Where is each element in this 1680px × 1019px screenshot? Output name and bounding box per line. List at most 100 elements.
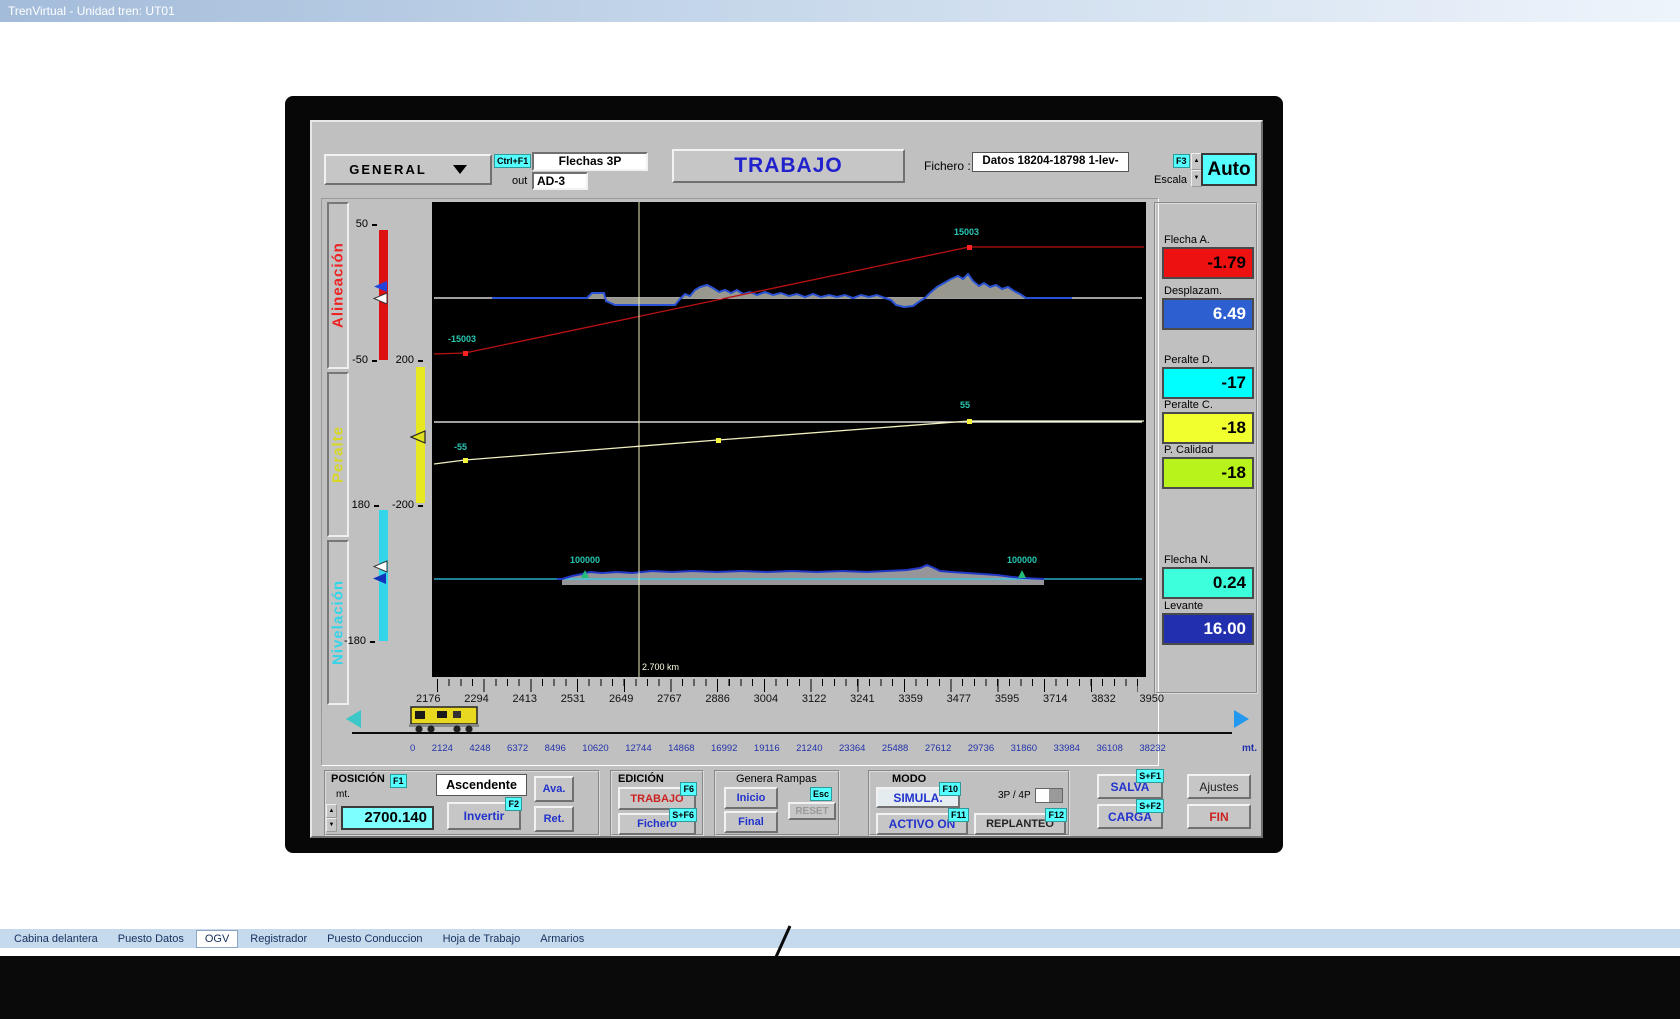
guide-marker-right[interactable]: [967, 245, 972, 250]
scroll-right-arrow[interactable]: [1234, 710, 1249, 728]
f2-badge: F2: [505, 797, 522, 811]
guide-marker-left[interactable]: [463, 351, 468, 356]
fin-button[interactable]: FIN: [1187, 804, 1251, 829]
ruler-tick-label: 25488: [882, 743, 908, 754]
scale-tick: [418, 360, 423, 362]
general-dropdown-label: GENERAL: [349, 162, 427, 177]
invertir-button[interactable]: Invertir F2: [447, 802, 521, 830]
mouse-cursor: [770, 924, 796, 960]
readout-value: -18: [1162, 457, 1254, 489]
avanzar-button[interactable]: Ava.: [534, 776, 574, 802]
rampa-final-button[interactable]: Final: [724, 811, 778, 833]
modo-panel: MODO SIMULA. F10 ACTIVO ON F11 3P / 4P R…: [868, 770, 1070, 836]
taskbar-item-hoja-de-trabajo[interactable]: Hoja de Trabajo: [435, 931, 529, 947]
rampas-title: Genera Rampas: [736, 773, 817, 785]
sf6-badge: S+F6: [669, 808, 697, 822]
bottom-black-strip: [0, 956, 1680, 1019]
taskbar-item-armarios[interactable]: Armarios: [532, 931, 592, 947]
rampa-reset-button[interactable]: RESET: [788, 802, 836, 820]
activo-on-button[interactable]: ACTIVO ON F11: [876, 813, 968, 835]
ruler-tick-label: 38232: [1139, 743, 1165, 754]
scale-tick: [370, 641, 375, 643]
replanteo-button[interactable]: REPLANTEO F12: [974, 813, 1066, 835]
x-tick-label: 3477: [947, 693, 971, 705]
retroceder-button[interactable]: Ret.: [534, 806, 574, 832]
simula-button[interactable]: SIMULA. F10: [876, 787, 960, 808]
3p4p-toggle-off: [1049, 789, 1062, 802]
scroll-left-arrow[interactable]: [346, 710, 361, 728]
window-titlebar: TrenVirtual - Unidad tren: UT01: [0, 0, 1680, 22]
x-tick-label: 3122: [802, 693, 826, 705]
trabajo-mode-button[interactable]: TRABAJO: [672, 149, 905, 183]
ctrl-f1-badge: Ctrl+F1: [494, 154, 531, 168]
readout-label: Flecha N.: [1164, 554, 1211, 566]
sf2-badge: S+F2: [1136, 799, 1164, 813]
taskbar-item-puesto-datos[interactable]: Puesto Datos: [110, 931, 192, 947]
general-dropdown[interactable]: GENERAL: [324, 154, 492, 185]
taskbar-item-cabina-delantera[interactable]: Cabina delantera: [6, 931, 106, 947]
edicion-trabajo-button[interactable]: TRABAJO F6: [618, 787, 696, 810]
app-window: GENERAL Ctrl+F1 Flechas 3P out AD-3 TRAB…: [310, 120, 1263, 838]
peralte-trace: [434, 421, 1144, 464]
fichero-label: Fichero :: [924, 159, 971, 173]
flechas-mode-field[interactable]: Flechas 3P: [532, 152, 648, 171]
direction-selector[interactable]: Ascendente: [436, 774, 527, 796]
3p4p-toggle[interactable]: [1035, 788, 1063, 803]
peralte-marker-right[interactable]: [967, 419, 972, 424]
section-nivelacion-button[interactable]: Nivelación: [327, 540, 349, 705]
posicion-spinner-up[interactable]: ▲: [326, 804, 337, 818]
readout-value: -18: [1162, 412, 1254, 444]
distance-ruler: 0212442486372849610620127441486816992191…: [410, 743, 1166, 754]
readout-value: -17: [1162, 367, 1254, 399]
readout-label: Levante: [1164, 600, 1203, 612]
readout-value: 16.00: [1162, 613, 1254, 645]
fichero-value-field[interactable]: Datos 18204-18798 1-lev-: [972, 152, 1129, 172]
x-tick-label: 2413: [512, 693, 536, 705]
ruler-tick-label: 16992: [711, 743, 737, 754]
nivelacion-marker-navy[interactable]: [372, 572, 387, 585]
edicion-panel: EDICIÓN TRABAJO F6 Fichero S+F6: [610, 770, 704, 836]
peralte-annotation-right: 55: [960, 400, 970, 410]
nivelacion-annotation-left: 100000: [570, 555, 600, 565]
out-field[interactable]: AD-3: [532, 172, 588, 190]
readout-label: P. Calidad: [1164, 444, 1213, 456]
alineacion-marker-white[interactable]: [373, 292, 388, 305]
ruler-tick-label: 0: [410, 743, 415, 754]
rampas-panel: Genera Rampas Inicio Final Esc RESET: [714, 770, 840, 836]
nivelacion-marker-right[interactable]: [1018, 570, 1026, 578]
taskbar-item-puesto-conduccion[interactable]: Puesto Conduccion: [319, 931, 430, 947]
ajustes-button[interactable]: Ajustes: [1187, 774, 1251, 799]
scale-tick: [372, 360, 377, 362]
readout-label: Peralte C.: [1164, 399, 1213, 411]
readout-label: Desplazam.: [1164, 285, 1222, 297]
peralte-scale-max: 200: [388, 354, 414, 366]
salva-button[interactable]: SALVA S+F1: [1097, 774, 1163, 799]
ruler-tick-label: 21240: [796, 743, 822, 754]
x-axis-labels: 2176229424132531264927672886300431223241…: [416, 693, 1164, 705]
rampa-inicio-button[interactable]: Inicio: [724, 787, 778, 809]
alineacion-deviation-fill: [587, 274, 1026, 307]
peralte-annotation-left: -55: [454, 442, 467, 452]
edicion-fichero-button[interactable]: Fichero S+F6: [618, 813, 696, 835]
auto-scale-button[interactable]: Auto: [1201, 153, 1257, 186]
ruler-tick-label: 8496: [545, 743, 566, 754]
train-icon[interactable]: [407, 703, 489, 734]
readout-label: Peralte D.: [1164, 354, 1213, 366]
section-peralte-button[interactable]: Peralte: [327, 372, 349, 537]
posicion-spinner-down[interactable]: ▼: [326, 818, 337, 832]
peralte-marker[interactable]: [410, 430, 426, 444]
ruler-tick-label: 10620: [582, 743, 608, 754]
x-tick-label: 3359: [898, 693, 922, 705]
peralte-marker-left[interactable]: [463, 458, 468, 463]
ruler-tick-label: 6372: [507, 743, 528, 754]
f1-badge: F1: [390, 774, 407, 788]
peralte-marker-mid[interactable]: [716, 438, 721, 443]
3p4p-toggle-on: [1036, 789, 1049, 802]
modo-title: MODO: [892, 773, 926, 785]
taskbar-item-ogv[interactable]: OGV: [196, 930, 238, 948]
taskbar-item-registrador[interactable]: Registrador: [242, 931, 315, 947]
carga-button[interactable]: CARGA S+F2: [1097, 804, 1163, 829]
activo-on-label: ACTIVO ON: [889, 817, 956, 831]
posicion-value-field[interactable]: 2700.140: [341, 806, 434, 830]
simula-label: SIMULA.: [893, 791, 942, 805]
